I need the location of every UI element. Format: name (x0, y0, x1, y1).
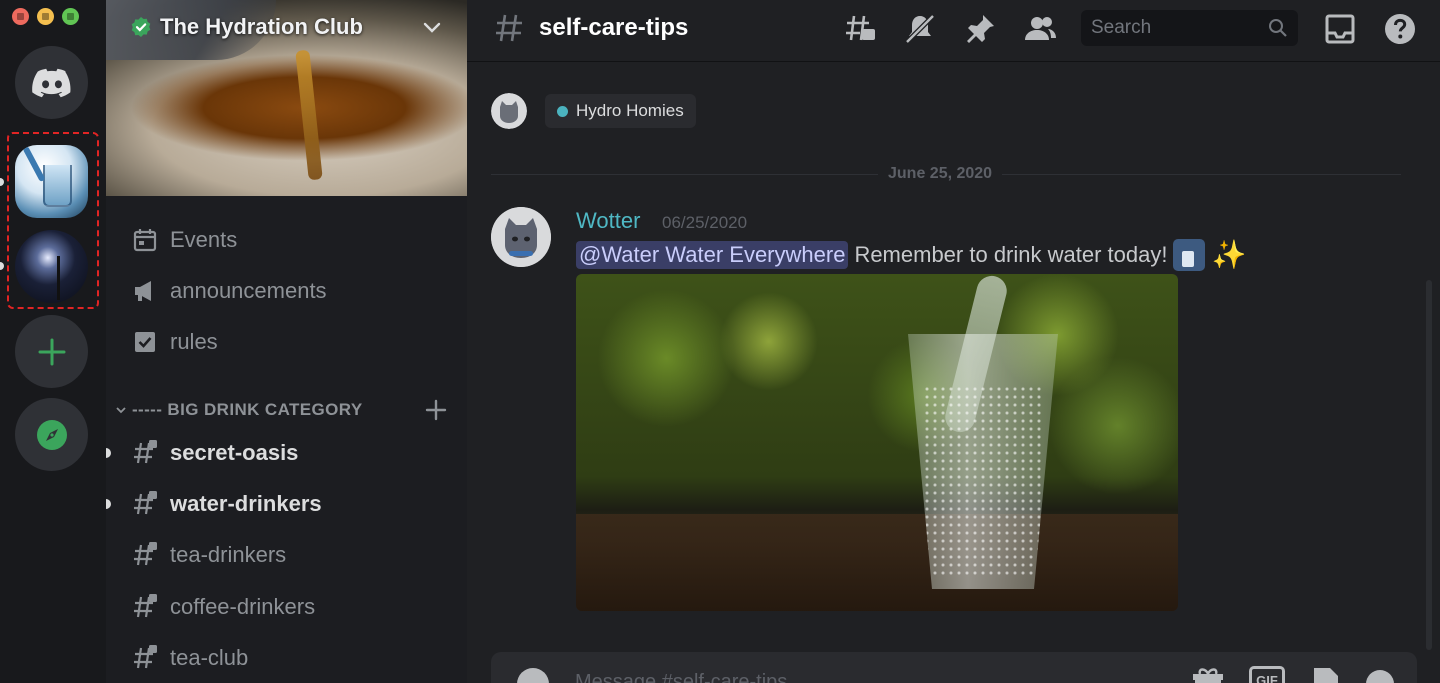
channel-secret-oasis[interactable]: secret-oasis (132, 436, 298, 470)
role-chip[interactable]: Hydro Homies (545, 94, 696, 128)
search-bar[interactable] (1081, 10, 1298, 46)
server-banner: The Hydration Club (106, 0, 467, 196)
attachment-table (576, 514, 1178, 611)
search-input[interactable] (1081, 10, 1261, 46)
locked-hash-icon (134, 594, 157, 618)
scrollbar[interactable] (1426, 280, 1432, 650)
gif-button[interactable]: GIF (1249, 666, 1285, 683)
explore-servers-button[interactable] (15, 398, 88, 471)
message-timestamp: 06/25/2020 (662, 213, 748, 232)
events-item[interactable]: Events (132, 223, 237, 257)
discord-logo-icon (31, 68, 70, 97)
role-color-dot (557, 105, 568, 117)
sticker-icon[interactable] (1309, 666, 1343, 683)
plus-icon (38, 338, 65, 365)
unread-indicator (106, 499, 111, 509)
channel-rules[interactable]: rules (132, 325, 218, 359)
role-name: Hydro Homies (576, 101, 684, 120)
add-attachment-button[interactable] (517, 668, 549, 683)
chevron-down-icon (116, 407, 126, 414)
channel-name: announcements (170, 278, 327, 303)
message-text: Remember to drink water today! (854, 241, 1168, 267)
user-mention[interactable]: @Water Water Everywhere (576, 240, 849, 269)
cat-avatar-icon (491, 207, 551, 267)
channel-header: self-care-tips (467, 0, 1440, 62)
message-composer: GIF (491, 652, 1417, 683)
message-content: @Water Water Everywhere Remember to drin… (576, 238, 1246, 271)
home-button[interactable] (15, 46, 88, 119)
date-divider-label: June 25, 2020 (878, 165, 1003, 183)
checkbox-icon (135, 332, 155, 352)
channel-name: tea-club (170, 645, 249, 670)
locked-hash-icon (134, 491, 157, 515)
threads-icon[interactable] (843, 12, 877, 46)
chat-area: self-care-tips Search Hydro Homies June … (467, 0, 1440, 683)
verified-badge-icon (131, 17, 151, 37)
potable-water-emoji (1173, 238, 1206, 271)
server-name: The Hydration Club (160, 14, 363, 39)
megaphone-icon (135, 281, 151, 301)
banner-tea-stream (295, 49, 323, 181)
mute-bell-icon[interactable] (903, 12, 937, 46)
channel-coffee-drinkers[interactable]: coffee-drinkers (132, 590, 315, 624)
message-author[interactable]: Wotter (576, 208, 640, 234)
channel-name: rules (170, 329, 218, 354)
channel-name: coffee-drinkers (170, 594, 316, 619)
image-attachment[interactable] (576, 274, 1178, 611)
calendar-icon (133, 229, 157, 252)
create-channel-plus-icon[interactable] (424, 398, 448, 422)
compass-icon (36, 419, 67, 450)
category-name: ----- BIG DRINK CATEGORY (132, 400, 363, 419)
search-icon (1269, 19, 1287, 37)
unread-indicator (106, 448, 111, 458)
members-icon[interactable] (1023, 12, 1057, 46)
avatar[interactable] (491, 93, 527, 129)
channel-tea-drinkers[interactable]: tea-drinkers (132, 538, 286, 572)
window-close-button[interactable] (12, 8, 29, 25)
channel-sidebar: The Hydration Club Events announcements … (106, 0, 467, 683)
server-water-icon[interactable] (15, 145, 88, 218)
server-night-icon[interactable] (15, 230, 88, 303)
server-rail (0, 0, 106, 683)
inbox-icon[interactable] (1323, 12, 1357, 46)
channel-announcements[interactable]: announcements (132, 274, 327, 308)
emoji-icon[interactable] (1363, 666, 1397, 683)
channel-name: secret-oasis (170, 440, 299, 465)
help-icon[interactable] (1383, 12, 1417, 46)
channel-name: tea-drinkers (170, 542, 287, 567)
hash-icon (496, 14, 522, 42)
channel-name: water-drinkers (170, 491, 322, 516)
category-header[interactable]: ----- BIG DRINK CATEGORY (114, 398, 454, 422)
server-header[interactable]: The Hydration Club (130, 14, 363, 40)
server-indicator (0, 262, 4, 270)
cat-avatar-icon (491, 93, 527, 129)
channel-water-drinkers[interactable]: water-drinkers (132, 487, 322, 521)
channel-title: self-care-tips (539, 14, 689, 41)
server-indicator (0, 178, 4, 186)
avatar[interactable] (491, 207, 551, 267)
locked-hash-icon (134, 542, 157, 566)
locked-hash-icon (134, 645, 157, 669)
add-server-button[interactable] (15, 315, 88, 388)
window-minimize-button[interactable] (37, 8, 54, 25)
message-input[interactable] (575, 662, 1135, 683)
gift-icon[interactable] (1191, 666, 1225, 683)
locked-hash-icon (134, 440, 157, 464)
sparkles-emoji: ✨ (1211, 239, 1247, 270)
channel-tea-club[interactable]: tea-club (132, 641, 248, 675)
events-label: Events (170, 227, 238, 252)
attachment-glass (908, 334, 1058, 589)
window-controls (12, 8, 79, 25)
pin-icon[interactable] (963, 12, 997, 46)
window-maximize-button[interactable] (62, 8, 79, 25)
chevron-down-icon[interactable] (421, 16, 443, 38)
